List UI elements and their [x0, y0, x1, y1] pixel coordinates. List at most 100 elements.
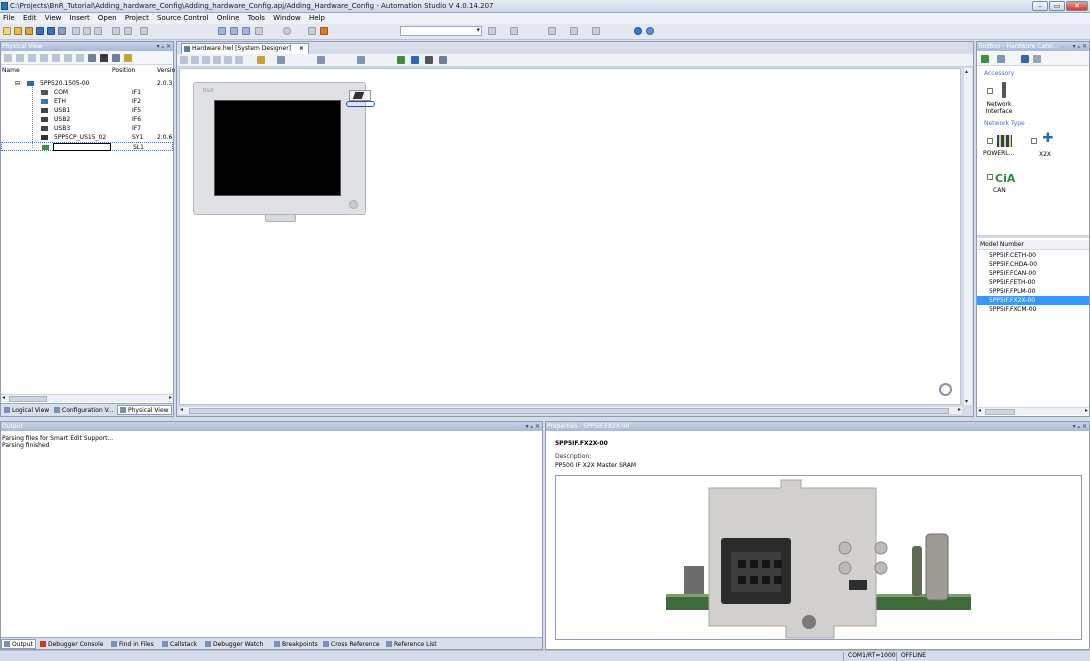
powerlink-checkbox[interactable] — [987, 138, 993, 144]
model-item[interactable]: 5PP5IF.CETH-00 — [977, 251, 1089, 260]
cut-icon[interactable] — [72, 27, 80, 35]
scroll-left-icon[interactable]: ◂ — [180, 406, 183, 413]
pv-tool-1-icon[interactable] — [4, 54, 12, 62]
scroll-left-icon[interactable]: ◂ — [978, 407, 981, 414]
tree-row-usb2[interactable]: USB2 IF6 — [1, 115, 173, 124]
toolbox-item-can[interactable]: CiA CAN — [983, 170, 1019, 196]
tab-configuration-view[interactable]: Configuration V... — [51, 405, 117, 415]
slot-rename-input[interactable] — [53, 143, 111, 151]
copy-icon[interactable] — [83, 27, 91, 35]
designer-tool-export-icon[interactable] — [235, 56, 243, 64]
model-item[interactable]: 5PP5IF.FPLM-00 — [977, 287, 1089, 296]
x2x-checkbox[interactable] — [1031, 138, 1037, 144]
menu-file[interactable]: File — [0, 13, 18, 22]
pv-tool-8-icon[interactable] — [88, 54, 96, 62]
pv-tool-3-icon[interactable] — [28, 54, 36, 62]
step-icon[interactable] — [548, 27, 556, 35]
pv-tool-5-icon[interactable] — [52, 54, 60, 62]
toolbox-pin-controls[interactable]: ▾ ᵩ ✕ — [1073, 42, 1087, 51]
tab-debugger-console[interactable]: Debugger Console — [37, 639, 106, 649]
model-item[interactable]: 5PP5IF.FXCM-00 — [977, 305, 1089, 314]
close-button[interactable]: ✕ — [1066, 1, 1088, 11]
redo-icon[interactable] — [124, 27, 132, 35]
tab-reference-list[interactable]: Reference List — [383, 639, 440, 649]
menu-insert[interactable]: Insert — [67, 13, 93, 22]
minimize-button[interactable]: – — [1032, 1, 1048, 11]
tree-row-eth[interactable]: ETH IF2 — [1, 97, 173, 106]
maximize-button[interactable]: ▭ — [1049, 1, 1065, 11]
online-icon[interactable] — [308, 27, 316, 35]
drop-target-highlight[interactable] — [346, 101, 375, 107]
designer-tool-select-icon[interactable] — [213, 56, 221, 64]
zoom-magnifier-icon[interactable] — [939, 383, 952, 396]
delete-icon[interactable] — [140, 27, 148, 35]
designer-vscroll[interactable]: ▴ ▾ — [963, 68, 972, 405]
scroll-thumb[interactable] — [985, 409, 1015, 415]
pv-tool-4-icon[interactable] — [40, 54, 48, 62]
designer-tool-config-icon[interactable] — [439, 56, 447, 64]
power-panel-device[interactable]: B&R — [193, 82, 375, 222]
tree-row-com[interactable]: COM IF1 — [1, 88, 173, 97]
save-all-icon[interactable] — [47, 27, 55, 35]
tab-breakpoints[interactable]: Breakpoints — [271, 639, 321, 649]
transfer-icon[interactable] — [242, 27, 250, 35]
model-item[interactable]: 5PP5IF.FCAN-00 — [977, 269, 1089, 278]
physical-view-pin-controls[interactable]: ▾ ᵩ ✕ — [157, 42, 171, 51]
column-version[interactable]: Versio — [157, 67, 175, 74]
designer-tool-align-icon[interactable] — [277, 56, 285, 64]
search-icon[interactable] — [283, 27, 291, 35]
designer-tool-wrench-icon[interactable] — [425, 56, 433, 64]
tab-physical-view[interactable]: Physical View — [117, 405, 172, 415]
tab-find-in-files[interactable]: Find in Files — [108, 639, 157, 649]
toolbox-item-x2x[interactable]: ✚ X2X — [1029, 132, 1067, 160]
toolbox-item-network-interface[interactable]: Network Interface — [983, 82, 1015, 118]
pv-tool-10-icon[interactable] — [112, 54, 120, 62]
designer-tool-module-icon[interactable] — [411, 56, 419, 64]
menu-help[interactable]: Help — [306, 13, 328, 22]
pv-tool-2-icon[interactable] — [16, 54, 24, 62]
stop-icon[interactable] — [255, 27, 263, 35]
designer-tool-print-icon[interactable] — [224, 56, 232, 64]
new-file-icon[interactable] — [3, 27, 11, 35]
toolbar-combo-box[interactable] — [400, 26, 482, 36]
toolbox-filter-icon[interactable] — [1021, 55, 1029, 63]
breakpoint-icon[interactable] — [510, 27, 518, 35]
build-icon[interactable] — [218, 27, 226, 35]
designer-tool-zoom-out-icon[interactable] — [191, 56, 199, 64]
tab-logical-view[interactable]: Logical View — [1, 405, 52, 415]
scroll-thumb[interactable] — [9, 396, 47, 402]
globe-icon[interactable] — [634, 27, 642, 35]
menu-source-control[interactable]: Source Control — [154, 13, 212, 22]
tab-callstack[interactable]: Callstack — [159, 639, 200, 649]
physical-view-hscroll[interactable]: ◂ ▸ — [1, 394, 173, 402]
tree-row-slot[interactable]: SL1 — [1, 142, 173, 151]
properties-pin-controls[interactable]: ▾ ᵩ ✕ — [1073, 422, 1087, 431]
tree-row-usb1[interactable]: USB1 IF5 — [1, 106, 173, 115]
tab-hardware-designer[interactable]: Hardware.hwl [System Designer] × — [181, 43, 309, 54]
model-item[interactable]: 5PP5IF.FETH-00 — [977, 278, 1089, 287]
menu-tools[interactable]: Tools — [245, 13, 268, 22]
designer-tool-connect-icon[interactable] — [397, 56, 405, 64]
scroll-left-icon[interactable]: ◂ — [2, 394, 5, 401]
open-project-icon[interactable] — [25, 27, 33, 35]
designer-tool-fit-icon[interactable] — [202, 56, 210, 64]
scroll-right-icon[interactable]: ▸ — [1085, 407, 1088, 414]
model-number-header[interactable]: Model Number — [977, 240, 1089, 250]
scroll-thumb[interactable] — [189, 408, 949, 414]
designer-tool-grid-icon[interactable] — [317, 56, 325, 64]
settings-icon[interactable] — [646, 27, 654, 35]
save-icon[interactable] — [36, 27, 44, 35]
menu-edit[interactable]: Edit — [20, 13, 40, 22]
tree-row-usb3[interactable]: USB3 IF7 — [1, 124, 173, 133]
column-name[interactable]: Name — [2, 67, 20, 74]
toolbox-list-icon[interactable] — [997, 55, 1005, 63]
rebuild-icon[interactable] — [230, 27, 238, 35]
output-pin-controls[interactable]: ▾ ᵩ ✕ — [526, 422, 540, 431]
step-over-icon[interactable] — [570, 27, 578, 35]
toolbox-splitter[interactable] — [977, 235, 1089, 238]
column-position[interactable]: Position — [112, 67, 135, 74]
menu-open[interactable]: Open — [95, 13, 120, 22]
pv-tool-11-icon[interactable] — [124, 54, 132, 62]
expand-toggle-icon[interactable]: ⊟ — [15, 80, 20, 87]
category-accessory[interactable]: Accessory — [984, 70, 1014, 77]
